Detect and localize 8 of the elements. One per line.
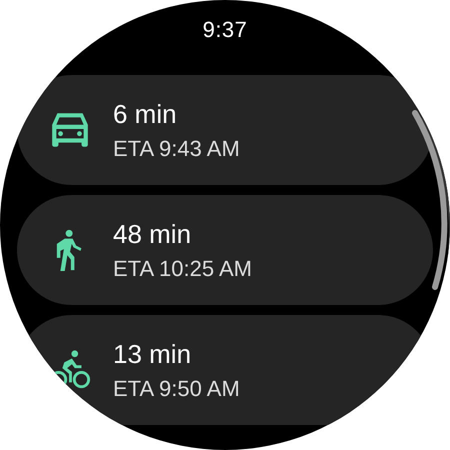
route-duration: 6 min bbox=[113, 98, 178, 130]
route-eta: ETA 9:43 AM bbox=[113, 136, 240, 162]
status-time: 9:37 bbox=[202, 17, 248, 43]
route-duration: 13 min bbox=[113, 338, 192, 370]
route-duration: 48 min bbox=[113, 218, 192, 250]
route-card[interactable]: 48 min ETA 10:25 AM bbox=[17, 195, 433, 305]
route-eta: ETA 9:50 AM bbox=[113, 376, 240, 402]
route-eta: ETA 10:25 AM bbox=[113, 256, 252, 282]
